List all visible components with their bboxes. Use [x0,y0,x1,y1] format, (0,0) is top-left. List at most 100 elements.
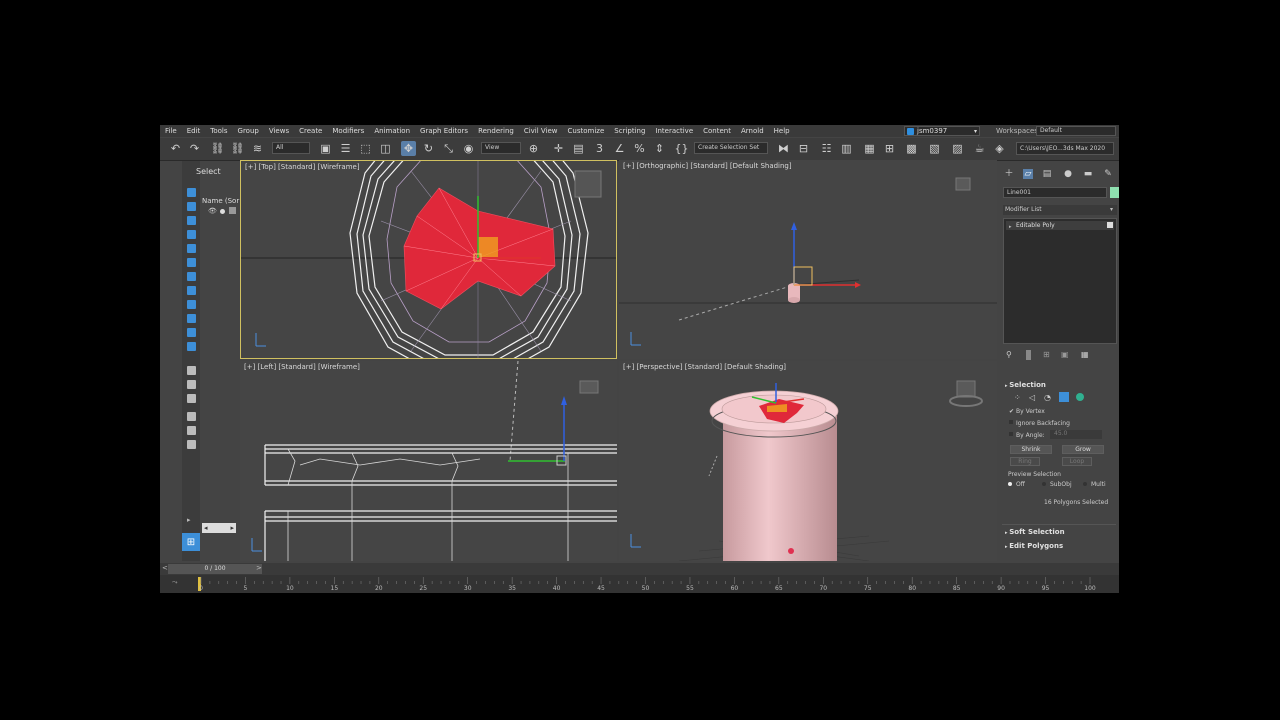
object-row-icon[interactable] [229,207,236,214]
placement-icon[interactable]: ◉ [461,141,476,156]
unlink-icon[interactable]: ⛓ [230,141,245,156]
edit-polygons-rollout-header[interactable]: Edit Polygons [1005,542,1063,550]
expand-icon[interactable]: ▸ [1009,223,1012,232]
ring-button[interactable]: Ring [1010,457,1040,466]
filter-icon[interactable] [187,314,196,323]
modify-tab-icon[interactable]: ▱ [1023,169,1033,179]
menu-modifiers[interactable]: Modifiers [327,127,369,135]
viewport-label[interactable]: [+] [Left] [Standard] [Wireframe] [244,363,360,371]
align-icon[interactable]: ⊟ [796,141,811,156]
object-color-swatch[interactable] [1110,187,1119,198]
user-account-dropdown[interactable]: jsm0397 ▾ [904,126,980,136]
visibility-eye-icon[interactable]: 👁 [208,207,217,215]
spinner-snap-icon[interactable]: ⇕ [652,141,667,156]
modifier-list-dropdown[interactable]: Modifier List [1003,205,1117,215]
show-end-result-icon[interactable] [1026,350,1031,360]
vertex-mode-icon[interactable]: ⁘ [1014,393,1021,402]
soft-selection-rollout-header[interactable]: Soft Selection [1005,528,1064,536]
selection-rollout-header[interactable]: Selection [1005,381,1046,389]
rendered-frame-window-icon[interactable]: ▨ [950,141,965,156]
percent-snap-icon[interactable]: % [632,141,647,156]
workspace-dropdown[interactable]: Default [1036,126,1116,136]
named-selection-set-dropdown[interactable]: Create Selection Set [694,142,768,154]
frozen-icon[interactable] [187,366,196,375]
select-scale-icon[interactable]: ⤡ [441,141,456,156]
polygon-mode-icon[interactable] [1059,392,1069,402]
mini-curve-editor-icon[interactable]: ⤳ [172,578,178,587]
redo-icon[interactable]: ↷ [187,141,202,156]
viewport-left[interactable]: [+] [Left] [Standard] [Wireframe] [240,361,617,561]
angle-snap-icon[interactable]: ∠ [612,141,627,156]
by-angle-checkbox[interactable] [1009,432,1013,436]
viewport-label[interactable]: [+] [Top] [Standard] [Wireframe] [245,163,360,171]
hierarchy-icon[interactable] [187,342,196,351]
expand-icon[interactable]: ▸ [187,516,196,525]
render-cloud-icon[interactable]: ◈ [992,141,1007,156]
material-editor-icon[interactable]: ▩ [904,141,919,156]
pin-stack-icon[interactable]: ⚲ [1006,350,1012,359]
create-helpers-icon[interactable] [187,244,196,253]
menu-edit[interactable]: Edit [182,127,206,135]
snaps-toggle-icon[interactable]: 3 [592,141,607,156]
create-cameras-icon[interactable] [187,230,196,239]
menu-rendering[interactable]: Rendering [473,127,519,135]
menu-create[interactable]: Create [294,127,327,135]
viewcube-icon[interactable] [956,380,976,398]
lock-icon[interactable] [187,440,196,449]
modifier-toggle-checkbox[interactable] [1107,222,1113,228]
shrink-button[interactable]: Shrink [1010,445,1052,454]
edit-named-selection-icon[interactable]: {} [674,141,689,156]
toggle-ribbon-icon[interactable]: ▥ [839,141,854,156]
display-all-icon[interactable] [187,286,196,295]
explorer-scrollbar[interactable]: ◂ ▸ [202,523,236,533]
schematic-view-icon[interactable]: ⊞ [882,141,897,156]
layer-explorer-icon[interactable]: ☷ [819,141,834,156]
viewport-top[interactable]: [+] [Top] [Standard] [Wireframe] [240,160,617,359]
menu-interactive[interactable]: Interactive [650,127,698,135]
selection-filter-dropdown[interactable]: All [272,142,310,154]
funnel-icon[interactable] [187,426,196,435]
render-setup-icon[interactable]: ▧ [927,141,942,156]
element-mode-icon[interactable] [1076,393,1084,401]
menu-civil-view[interactable]: Civil View [519,127,563,135]
menu-views[interactable]: Views [264,127,294,135]
menu-group[interactable]: Group [233,127,264,135]
motion-tab-icon[interactable]: ● [1063,169,1073,179]
select-rotate-icon[interactable]: ↻ [421,141,436,156]
time-next-icon[interactable]: > [256,564,262,572]
mirror-icon[interactable]: ⧓ [776,141,791,156]
menu-arnold[interactable]: Arnold [736,127,769,135]
border-mode-icon[interactable]: ◔ [1044,393,1051,402]
modifier-stack-item[interactable]: ▸ Editable Poly [1006,221,1114,230]
find-icon[interactable] [187,412,196,421]
keyboard-shortcut-icon[interactable]: ▤ [571,141,586,156]
reference-coordinate-dropdown[interactable]: View [481,142,521,154]
scroll-right-icon[interactable]: ▸ [230,524,234,532]
object-name-field[interactable]: Line001 [1003,187,1107,198]
link-icon[interactable]: ⛓ [210,141,225,156]
select-move-icon[interactable]: ✥ [401,141,416,156]
select-object-icon[interactable]: ▣ [318,141,333,156]
create-spacewarps-icon[interactable] [187,258,196,267]
grow-button[interactable]: Grow [1062,445,1104,454]
preview-multi-radio[interactable] [1083,482,1087,486]
menu-animation[interactable]: Animation [369,127,415,135]
time-prev-icon[interactable]: < [162,564,168,572]
viewport-perspective[interactable]: [+] [Perspective] [Standard] [Default Sh… [619,361,997,561]
time-slider[interactable]: 0 / 100 [168,564,262,574]
undo-icon[interactable]: ↶ [168,141,183,156]
make-unique-icon[interactable]: ⊞ [1043,350,1050,359]
menu-graph-editors[interactable]: Graph Editors [415,127,473,135]
viewcube-icon[interactable] [574,170,602,198]
configure-modifier-sets-icon[interactable]: ▦ [1081,350,1089,359]
select-by-name-icon[interactable]: ☰ [338,141,353,156]
pivot-center-icon[interactable]: ⊕ [526,141,541,156]
create-geometry-icon[interactable] [187,188,196,197]
render-production-icon[interactable]: ☕ [972,141,987,156]
move-pivot-icon[interactable]: ✛ [551,141,566,156]
loop-button[interactable]: Loop [1062,457,1092,466]
display-none-icon[interactable] [187,272,196,281]
track-bar[interactable]: ⤳ 0 5 10 15 20 25 30 35 40 45 50 55 60 65 70 75 80 85 90 95… [160,575,1119,593]
viewcube-icon[interactable] [955,177,971,191]
bind-spacewarp-icon[interactable]: ≋ [250,141,265,156]
